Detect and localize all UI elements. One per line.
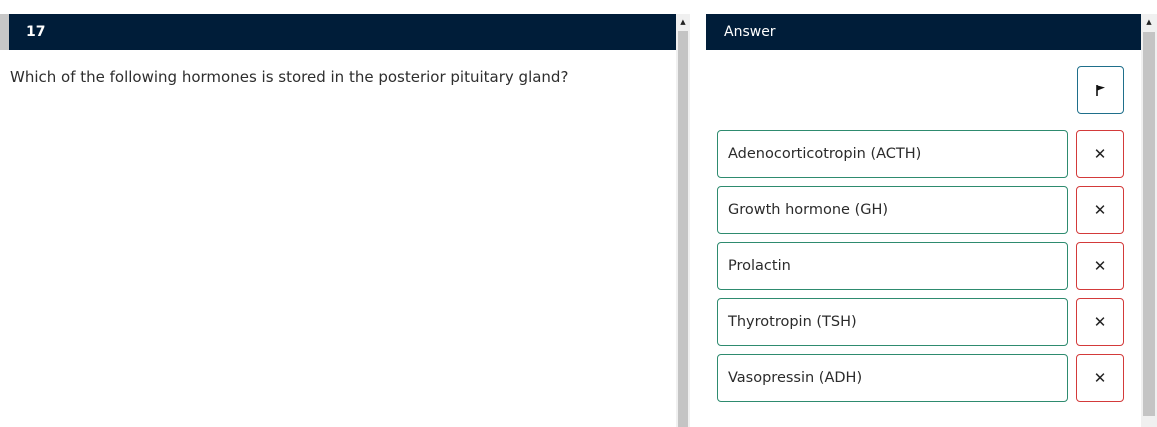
remove-option-button[interactable]: ✕ [1076,242,1124,290]
scroll-up-arrow-icon[interactable]: ▲ [1141,14,1157,30]
remove-option-button[interactable]: ✕ [1076,186,1124,234]
remove-option-button[interactable]: ✕ [1076,298,1124,346]
remove-option-button[interactable]: ✕ [1076,130,1124,178]
close-icon: ✕ [1093,200,1107,219]
answer-scrollbar[interactable]: ▲ [1141,14,1157,427]
remove-option-button[interactable]: ✕ [1076,354,1124,402]
scrollbar-thumb[interactable] [1143,32,1155,416]
scrollbar-thumb[interactable] [678,31,688,427]
answer-option-label: Adenocorticotropin (ACTH) [728,146,922,162]
question-text: Which of the following hormones is store… [10,68,569,86]
answer-option-label: Prolactin [728,258,791,274]
scroll-up-arrow-icon[interactable]: ▲ [676,14,690,30]
answer-option[interactable]: Vasopressin (ADH) [717,354,1068,402]
answer-option-label: Vasopressin (ADH) [728,370,863,386]
question-number: 17 [26,24,46,40]
flag-button[interactable] [1077,66,1124,114]
close-icon: ✕ [1093,312,1107,331]
answer-title: Answer [724,24,776,40]
answer-option[interactable]: Adenocorticotropin (ACTH) [717,130,1068,178]
question-scrollbar[interactable]: ▲ [676,14,690,427]
flag-icon [1095,84,1105,96]
answer-option[interactable]: Thyrotropin (TSH) [717,298,1068,346]
header-edge-marker [0,14,9,50]
answer-option-label: Thyrotropin (TSH) [728,314,857,330]
answer-option[interactable]: Growth hormone (GH) [717,186,1068,234]
answer-option[interactable]: Prolactin [717,242,1068,290]
close-icon: ✕ [1093,368,1107,387]
close-icon: ✕ [1093,256,1107,275]
close-icon: ✕ [1093,144,1107,163]
answer-header: Answer [706,14,1141,50]
question-header: 17 [0,14,676,50]
answer-option-label: Growth hormone (GH) [728,202,889,218]
